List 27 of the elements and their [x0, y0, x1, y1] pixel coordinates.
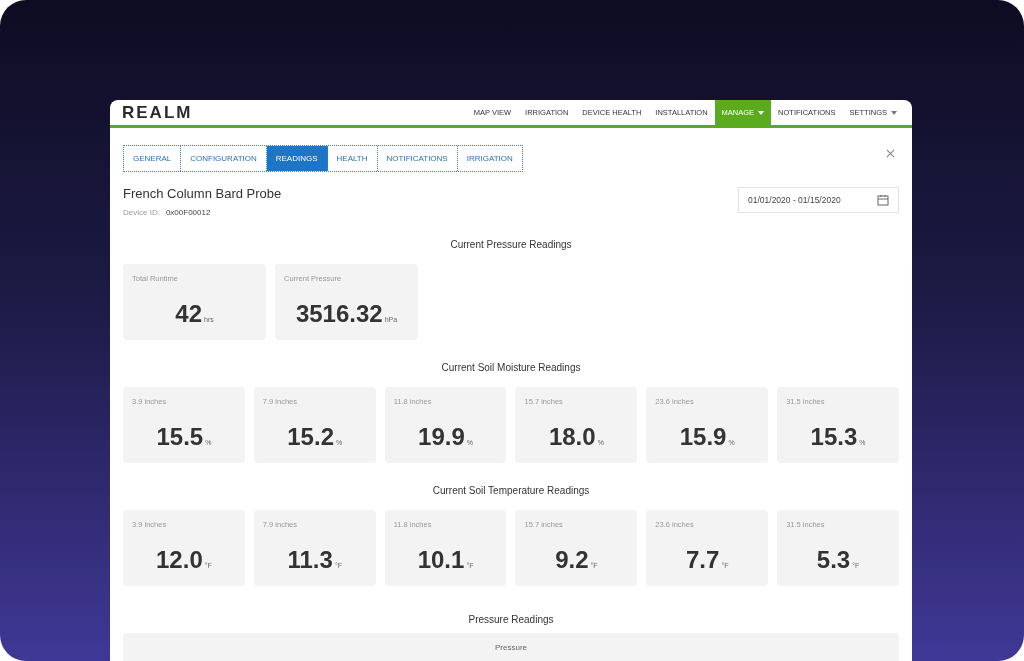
- reading-value: 5.3: [816, 546, 851, 574]
- reading-value: 12.0: [156, 546, 203, 574]
- reading-value: 42: [175, 300, 202, 328]
- reading-value: 10.1: [417, 546, 465, 574]
- device-name: French Column Bard Probe: [123, 186, 282, 201]
- date-range-field[interactable]: 01/01/2020 - 01/15/2020: [738, 187, 899, 213]
- section-title: Current Pressure Readings: [449, 239, 573, 250]
- reading-value: 15.9: [679, 423, 727, 451]
- section-title: Current Soil Temperature Readings: [431, 485, 591, 496]
- reading-value: 11.3: [287, 546, 333, 574]
- section-title: Pressure Readings: [467, 614, 555, 625]
- reading-value: 3516.32: [295, 300, 383, 328]
- chart-title: Pressure: [495, 643, 527, 652]
- reading-value: 15.5: [156, 423, 204, 451]
- device-id-label: Device ID:: [123, 208, 160, 217]
- reading-value: 7.7: [686, 546, 720, 574]
- calendar-icon: [877, 194, 889, 206]
- reading-value: 18.0: [548, 423, 596, 451]
- reading-value: 9.2: [555, 546, 589, 574]
- reading-value: 15.2: [287, 423, 334, 451]
- close-icon[interactable]: [886, 149, 895, 158]
- tab[interactable]: READINGS: [266, 146, 328, 171]
- section-title: Current Soil Moisture Readings: [440, 362, 582, 373]
- logo: REALM: [122, 102, 193, 123]
- reading-value: 15.3: [810, 423, 858, 451]
- device-id: 0x00F00012: [165, 208, 211, 217]
- reading-value: 19.9: [418, 423, 465, 451]
